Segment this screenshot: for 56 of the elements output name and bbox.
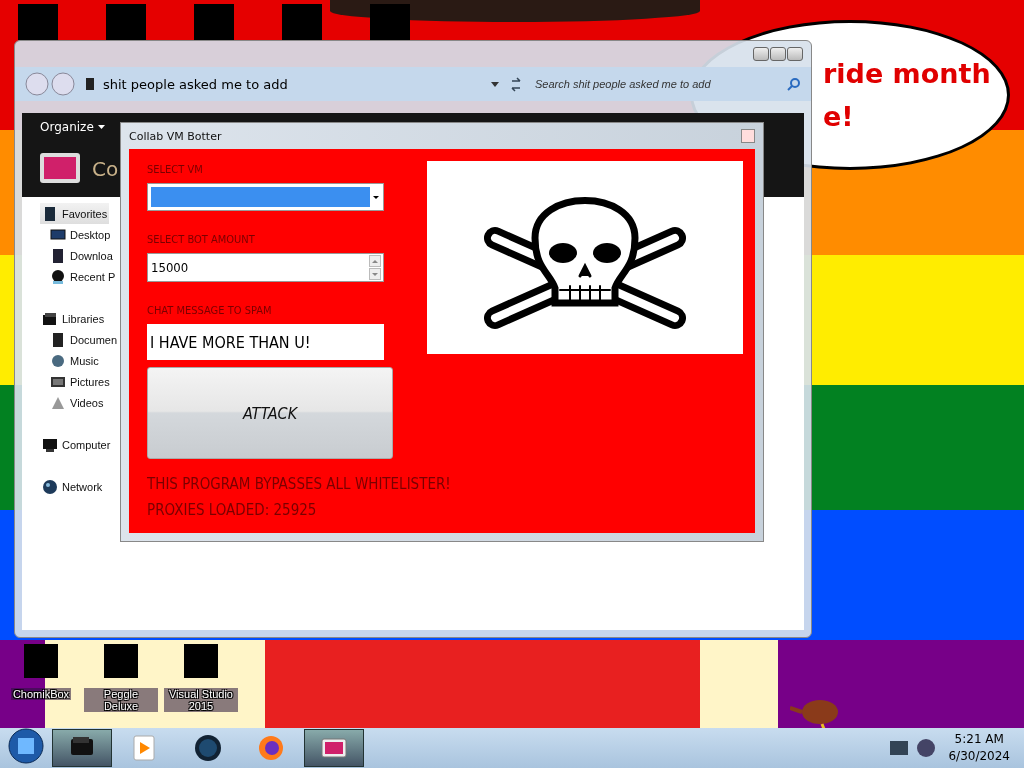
banner-text: ride month <box>823 57 991 91</box>
search-icon <box>787 77 801 91</box>
desktop-icon-label[interactable]: Peggle Deluxe <box>84 688 158 712</box>
favorites-icon <box>42 205 58 222</box>
field-label: SELECT VM <box>147 163 204 177</box>
start-button-icon <box>8 728 44 764</box>
status-text: PROXIES LOADED: 25925 <box>147 501 318 519</box>
taskbar-button[interactable] <box>52 729 112 767</box>
back-forward-icon <box>25 72 77 96</box>
desktop-icon-label[interactable]: ChomikBox <box>10 688 72 700</box>
sidebar-item[interactable]: Videos <box>48 392 106 413</box>
network-icon <box>42 478 58 495</box>
caret-icon <box>372 193 380 201</box>
firefox-icon <box>256 733 286 763</box>
sidebar-item[interactable]: Favorites <box>40 203 110 224</box>
sidebar-item[interactable]: Downloa <box>48 245 115 266</box>
clock-time[interactable]: 5:21 AM <box>954 731 1004 748</box>
toolbar-button[interactable]: Organize <box>40 118 94 136</box>
search-field[interactable]: Search shit people asked me to add <box>531 72 779 96</box>
documents-icon <box>50 331 66 348</box>
field-label: CHAT MESSAGE TO SPAM <box>147 304 273 318</box>
sidebar-item[interactable]: Computer <box>40 434 113 455</box>
taskbar-button[interactable] <box>304 729 364 767</box>
folder-icon <box>85 77 95 91</box>
banner-text: e! <box>823 100 854 134</box>
close-button[interactable] <box>787 47 803 61</box>
desktop-icon <box>50 226 66 243</box>
sidebar-item[interactable]: Network <box>40 476 105 497</box>
sidebar-item[interactable]: Desktop <box>48 224 113 245</box>
music-icon <box>50 352 66 369</box>
downloads-icon <box>50 247 66 264</box>
header-title: Co <box>92 157 119 181</box>
status-text: THIS PROGRAM BYPASSES ALL WHITELISTER! <box>147 475 452 493</box>
libraries-icon <box>42 310 58 327</box>
sidebar-item[interactable]: Pictures <box>48 371 112 392</box>
sidebar-item[interactable]: Recent P <box>48 266 118 287</box>
minimize-button[interactable] <box>753 47 769 61</box>
attack-button[interactable]: ATTACK <box>147 367 393 459</box>
recent-icon <box>50 268 66 285</box>
clock-date[interactable]: 6/30/2024 <box>948 748 1010 765</box>
field-label: SELECT BOT AMOUNT <box>147 233 256 247</box>
sidebar-item[interactable]: Music <box>48 350 101 371</box>
message-field[interactable]: I HAVE MORE THAN U! <box>147 324 384 360</box>
caret-icon <box>97 125 105 129</box>
window-title: Collab VM Botter <box>129 129 222 143</box>
sidebar-item[interactable]: Documen <box>48 329 120 350</box>
address-bar[interactable]: shit people asked me to add <box>85 72 481 96</box>
desktop-icon-label[interactable]: Visual Studio 2015 <box>164 688 238 712</box>
computer-icon <box>42 436 58 453</box>
globe-icon <box>193 733 223 763</box>
close-button[interactable] <box>741 129 755 143</box>
address-text: shit people asked me to add <box>103 76 288 92</box>
refresh-icon <box>509 76 523 92</box>
sidebar-item[interactable]: Libraries <box>40 308 107 329</box>
maximize-button[interactable] <box>770 47 786 61</box>
vm-dropdown[interactable] <box>147 183 384 211</box>
